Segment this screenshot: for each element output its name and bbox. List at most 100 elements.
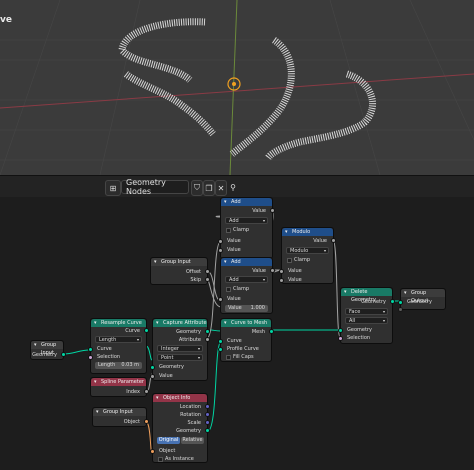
node-modulo[interactable]: Modulo Value Modulo Clamp Value Value: [279, 227, 336, 284]
input-label: Geometry: [407, 299, 432, 305]
input-label: Geometry: [159, 364, 184, 370]
relative-toggle[interactable]: Relative: [181, 437, 204, 444]
output-socket[interactable]: [205, 412, 210, 417]
node-group-input-bottom[interactable]: Group Input Object: [92, 407, 149, 427]
output-socket[interactable]: [144, 419, 149, 424]
node-editor-header: ⊞ Geometry Nodes ⛉ ❐ ✕ ⚲: [0, 175, 474, 198]
operation-dropdown[interactable]: Modulo: [286, 247, 329, 254]
output-socket[interactable]: [205, 277, 210, 282]
mode-dropdown[interactable]: Length: [95, 336, 142, 343]
input-socket[interactable]: [88, 355, 93, 360]
node-title: Group Input: [93, 408, 146, 416]
fill-caps-checkbox[interactable]: [226, 355, 231, 360]
value-number-field[interactable]: Value 1.000: [225, 305, 268, 312]
operation-value: Add: [229, 277, 239, 283]
domain-dropdown[interactable]: Point: [157, 354, 203, 361]
output-label: Geometry: [32, 352, 57, 358]
output-socket[interactable]: [205, 404, 210, 409]
clamp-label: Clamp: [233, 227, 249, 233]
operation-dropdown[interactable]: Add: [225, 217, 268, 224]
output-socket[interactable]: [390, 299, 395, 304]
node-add-1[interactable]: Add Value Add Clamp Value Value: [218, 197, 275, 259]
data-type-value: Integer: [161, 346, 179, 352]
clamp-checkbox[interactable]: [226, 228, 231, 233]
input-label: Value: [288, 277, 302, 283]
number-field-label: Length: [98, 362, 116, 368]
unlink-close-icon[interactable]: ✕: [215, 180, 227, 196]
duplicate-icon[interactable]: ❐: [203, 180, 215, 196]
operation-dropdown[interactable]: Add: [225, 276, 268, 283]
output-socket[interactable]: [61, 352, 66, 357]
operation-value: Add: [229, 218, 239, 224]
input-socket[interactable]: [150, 449, 155, 454]
input-socket[interactable]: [279, 269, 284, 274]
input-socket[interactable]: [218, 347, 223, 352]
length-number-field[interactable]: Length 0.03 m: [95, 362, 142, 369]
as-instance-checkbox[interactable]: [158, 457, 163, 462]
node-curve-to-mesh[interactable]: Curve to Mesh Mesh Curve Profile Curve F…: [218, 318, 274, 362]
output-socket[interactable]: [144, 328, 149, 333]
input-label: Value: [227, 296, 241, 302]
output-socket[interactable]: [270, 208, 275, 213]
pin-icon[interactable]: ⚲: [228, 180, 238, 194]
node-resample-curve[interactable]: Resample Curve Curve Length Curve Select…: [88, 318, 149, 374]
original-toggle[interactable]: Original: [157, 437, 180, 444]
clamp-label: Clamp: [233, 286, 249, 292]
node-group-output[interactable]: Group Output Geometry: [398, 288, 446, 312]
node-tree-name-field[interactable]: Geometry Nodes: [121, 178, 189, 196]
input-socket[interactable]: [88, 347, 93, 352]
output-socket[interactable]: [331, 238, 336, 243]
input-socket[interactable]: [279, 278, 284, 283]
node-add-2[interactable]: Add Value Add Clamp Value Value 1.000: [218, 257, 275, 314]
node-object-info[interactable]: Object Info Location Rotation Scale Geom…: [150, 393, 210, 463]
output-label: Rotation: [180, 412, 201, 418]
output-label: Skip: [190, 277, 201, 283]
node-tree-icon[interactable]: ⊞: [105, 180, 121, 196]
input-socket[interactable]: [338, 336, 343, 341]
input-socket[interactable]: [338, 328, 343, 333]
output-label: Curve: [125, 328, 140, 334]
output-socket[interactable]: [205, 329, 210, 334]
output-socket[interactable]: [270, 268, 275, 273]
domain-dropdown[interactable]: Face: [345, 308, 388, 315]
input-socket[interactable]: [398, 300, 403, 305]
output-socket[interactable]: [144, 389, 149, 394]
fake-user-shield-icon[interactable]: ⛉: [191, 180, 203, 196]
output-label: Scale: [187, 420, 201, 426]
output-socket[interactable]: [269, 329, 274, 334]
input-socket[interactable]: [150, 365, 155, 370]
3d-viewport[interactable]: ve: [0, 0, 474, 175]
node-title: Object Info: [153, 394, 207, 402]
node-title: Add: [221, 258, 272, 266]
empty-input-socket[interactable]: [398, 307, 403, 312]
output-socket[interactable]: [205, 428, 210, 433]
input-label: Value: [227, 247, 241, 253]
clamp-checkbox[interactable]: [287, 258, 292, 263]
data-type-dropdown[interactable]: Integer: [157, 345, 203, 352]
input-socket[interactable]: [150, 374, 155, 379]
domain-value: Point: [161, 355, 174, 361]
node-tree-name: Geometry Nodes: [126, 178, 166, 196]
node-editor-canvas[interactable]: Add Value Add Clamp Value Value Add Valu…: [0, 197, 474, 470]
input-socket[interactable]: [218, 297, 223, 302]
output-value-label: Value: [252, 208, 266, 214]
input-socket[interactable]: [218, 339, 223, 344]
node-delete-geometry[interactable]: Delete Geometry Geometry Face All Geomet…: [338, 287, 395, 344]
output-socket[interactable]: [205, 337, 210, 342]
output-label: Mesh: [251, 329, 265, 335]
input-label: Value: [159, 373, 173, 379]
node-group-input-top[interactable]: Group Input Offset Skip: [150, 257, 210, 285]
domain-value: Face: [349, 309, 361, 315]
node-group-input-left[interactable]: Group Input Geometry: [30, 340, 66, 360]
mode-dropdown[interactable]: All: [345, 317, 388, 324]
input-label: Selection: [97, 354, 121, 360]
input-socket[interactable]: [218, 239, 223, 244]
node-capture-attribute[interactable]: Capture Attribute Geometry Attribute Int…: [150, 318, 210, 381]
input-label: Value: [288, 268, 302, 274]
node-spline-parameter[interactable]: Spline Parameter Index: [90, 377, 149, 397]
output-socket[interactable]: [205, 269, 210, 274]
output-label: Index: [126, 389, 140, 395]
clamp-checkbox[interactable]: [226, 287, 231, 292]
input-socket[interactable]: [218, 248, 223, 253]
output-socket[interactable]: [205, 420, 210, 425]
